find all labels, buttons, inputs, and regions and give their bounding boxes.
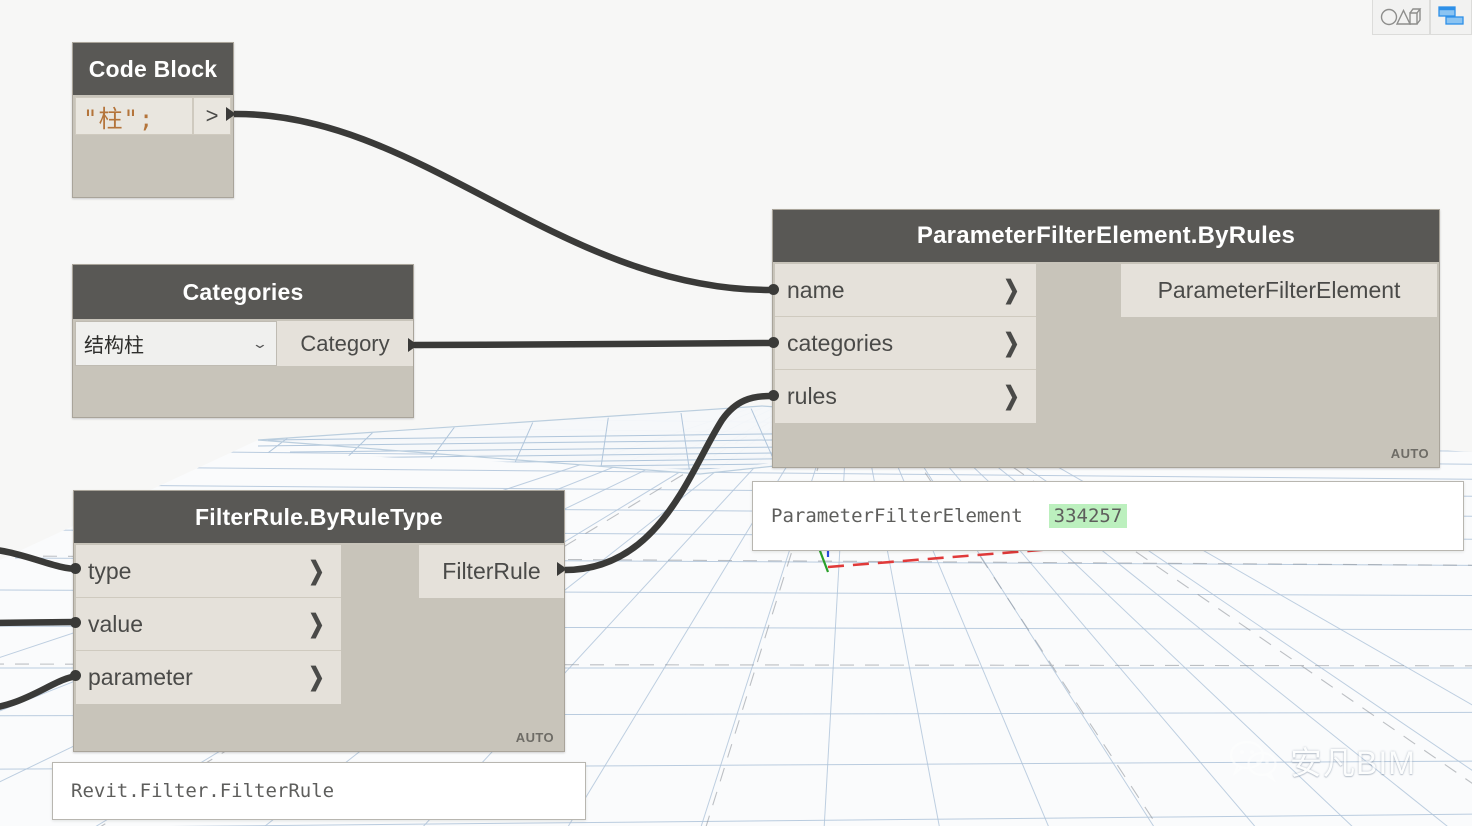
categories-dropdown-value: 结构柱 bbox=[84, 335, 144, 357]
input-port-parameter[interactable]: parameter ❯ bbox=[76, 651, 341, 704]
port-knob-categories-out[interactable] bbox=[408, 338, 418, 352]
node-filter-rule-byruletype[interactable]: FilterRule.ByRuleType type ❯ value ❯ par… bbox=[73, 490, 565, 752]
dynamo-graph-canvas[interactable]: Code Block "柱"; > Categories 结构柱 ⌄ Categ… bbox=[0, 0, 1472, 826]
input-port-value[interactable]: value ❯ bbox=[76, 598, 341, 651]
port-knob-parameter-in[interactable] bbox=[70, 670, 81, 681]
watermark: 安凡BIM bbox=[1228, 738, 1416, 784]
node-title-parameter-filter: ParameterFilterElement.ByRules bbox=[773, 210, 1439, 262]
output-port-filterrule[interactable]: FilterRule bbox=[419, 545, 564, 598]
watermark-text: 安凡BIM bbox=[1290, 745, 1416, 781]
input-port-name-label: name bbox=[787, 276, 845, 303]
panel-layout-group[interactable] bbox=[1430, 0, 1472, 35]
preview-text: Revit.Filter.FilterRule bbox=[71, 780, 335, 802]
chevron-right-icon: ❯ bbox=[1003, 275, 1020, 304]
wire-in-value bbox=[0, 618, 82, 627]
wire-in-parameter bbox=[0, 672, 82, 710]
categories-output-port[interactable]: Category bbox=[277, 321, 413, 366]
node-parameter-filter-element-byrules[interactable]: ParameterFilterElement.ByRules name ❯ ca… bbox=[772, 209, 1440, 468]
input-port-value-label: value bbox=[88, 610, 143, 637]
input-port-type[interactable]: type ❯ bbox=[76, 545, 341, 598]
input-port-rules[interactable]: rules ❯ bbox=[775, 370, 1036, 423]
parameter-filter-body: name ❯ categories ❯ rules ❯ ParameterFil… bbox=[773, 262, 1439, 467]
geometry-shapes-icon[interactable] bbox=[1380, 5, 1422, 27]
preview-parameter-filter-element: ParameterFilterElement 334257 bbox=[752, 481, 1464, 551]
port-knob-codeblock-out[interactable] bbox=[226, 107, 236, 121]
input-port-type-label: type bbox=[88, 557, 132, 584]
port-knob-value-in[interactable] bbox=[70, 617, 81, 628]
wechat-icon bbox=[1229, 740, 1277, 782]
node-categories[interactable]: Categories 结构柱 ⌄ Category bbox=[72, 264, 414, 418]
input-port-categories-label: categories bbox=[787, 329, 894, 356]
port-knob-rules-in[interactable] bbox=[768, 390, 779, 401]
chevron-down-icon: ⌄ bbox=[250, 337, 268, 351]
node-title-categories: Categories bbox=[73, 265, 413, 319]
categories-body: 结构柱 ⌄ Category bbox=[73, 319, 413, 419]
filter-rule-body: type ❯ value ❯ parameter ❯ FilterRule AU… bbox=[74, 543, 564, 751]
input-port-categories[interactable]: categories ❯ bbox=[775, 317, 1036, 370]
wire-category-to-categories bbox=[411, 339, 774, 349]
code-block-input[interactable]: "柱"; bbox=[75, 97, 193, 135]
execution-mode-badge: AUTO bbox=[1390, 446, 1429, 461]
chevron-right-icon: ❯ bbox=[308, 556, 325, 585]
chevron-right-icon: ❯ bbox=[1003, 328, 1020, 357]
chevron-right-icon: ❯ bbox=[308, 609, 325, 638]
input-port-parameter-label: parameter bbox=[88, 664, 193, 690]
chevron-right-icon: ❯ bbox=[308, 663, 325, 691]
categories-dropdown[interactable]: 结构柱 ⌄ bbox=[75, 321, 277, 366]
wire-in-type bbox=[0, 547, 82, 573]
node-title-code-block: Code Block bbox=[73, 43, 233, 95]
execution-mode-badge: AUTO bbox=[515, 730, 554, 745]
node-title-filter-rule: FilterRule.ByRuleType bbox=[74, 491, 564, 543]
input-port-rules-label: rules bbox=[787, 383, 837, 409]
code-block-body: "柱"; > bbox=[73, 95, 233, 197]
port-knob-type-in[interactable] bbox=[70, 563, 81, 574]
geometry-toggle-group[interactable] bbox=[1372, 0, 1430, 35]
node-code-block[interactable]: Code Block "柱"; > bbox=[72, 42, 234, 198]
input-port-name[interactable]: name ❯ bbox=[775, 264, 1036, 317]
viewport-toolbar[interactable] bbox=[1372, 0, 1472, 35]
chevron-right-icon: ❯ bbox=[1003, 382, 1020, 410]
output-port-parameter-filter-element[interactable]: ParameterFilterElement bbox=[1121, 264, 1437, 317]
port-knob-name-in[interactable] bbox=[768, 284, 779, 295]
panel-layout-icon[interactable] bbox=[1438, 5, 1464, 27]
preview-label: ParameterFilterElement bbox=[771, 505, 1023, 527]
wire-filterrule-to-rules bbox=[561, 392, 774, 574]
preview-filter-rule: Revit.Filter.FilterRule bbox=[52, 762, 586, 820]
preview-element-id: 334257 bbox=[1048, 504, 1128, 528]
port-knob-categories-in[interactable] bbox=[768, 337, 779, 348]
port-knob-filterrule-out[interactable] bbox=[557, 562, 567, 576]
